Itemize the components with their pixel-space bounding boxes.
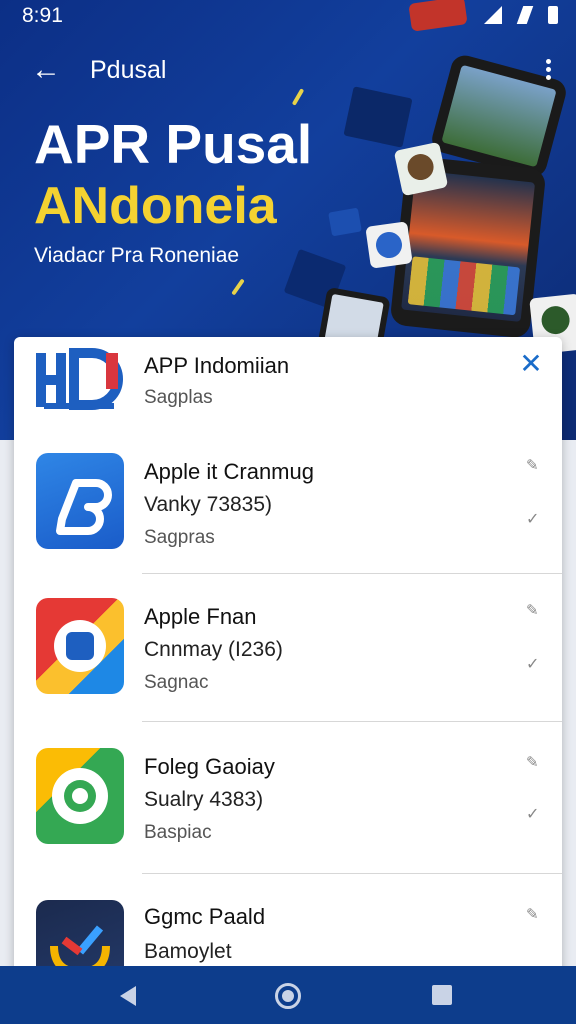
phone-illustration (365, 221, 413, 269)
wifi-icon (516, 6, 534, 24)
list-item[interactable]: Apple it Cranmug Vanky 73835) Sagpras ✎ … (14, 437, 562, 574)
status-time: 8:91 (22, 4, 63, 27)
nav-back-icon[interactable] (120, 986, 136, 1006)
list-item[interactable]: Foleg Gaoiay Sualry 4383) Baspiac ✎ ✓ (14, 722, 562, 874)
check-icon[interactable]: ✓ (526, 807, 540, 823)
close-icon[interactable]: ✕ (516, 349, 546, 379)
decor-square (328, 207, 362, 237)
decor-line (231, 278, 245, 296)
hero-subtitle: ANdoneia (34, 177, 277, 235)
app-name: Apple it Cranmug (144, 459, 314, 484)
pencil-icon[interactable]: ✎ (526, 603, 540, 618)
app-meta: Sagnac (144, 672, 209, 693)
more-vert-icon[interactable] (538, 56, 558, 86)
decor-line (291, 88, 305, 106)
app-meta: Sagplas (144, 387, 213, 408)
status-icons (484, 6, 558, 24)
app-meta: Sagpras (144, 527, 215, 548)
app-bar-title: Pdusal (90, 56, 167, 84)
app-detail: Sualry 4383) (144, 788, 264, 811)
app-detail: Vanky 73835) (144, 493, 273, 516)
status-bar: 8:91 (0, 0, 576, 34)
app-name: Apple Fnan (144, 604, 257, 629)
app-logo-icon (36, 347, 124, 413)
list-item[interactable]: Apple Fnan Cnnmay (I236) Sagnac ✎ ✓ (14, 574, 562, 722)
hero-title: APR Pusal (34, 113, 313, 175)
app-list-card: APP Indomiian Sagplas ✕ Apple it Cranmug… (14, 337, 562, 977)
pencil-icon[interactable]: ✎ (526, 907, 540, 922)
nav-home-icon[interactable] (275, 983, 301, 1009)
app-logo-icon (36, 748, 124, 844)
pencil-icon[interactable]: ✎ (526, 755, 540, 770)
system-nav-bar (0, 966, 576, 1024)
pencil-icon[interactable]: ✎ (526, 458, 540, 473)
app-name: Ggmc Paald (144, 904, 266, 929)
app-detail: Bamoylet (144, 940, 232, 963)
battery-icon (548, 6, 558, 24)
app-logo-icon (36, 598, 124, 694)
list-item[interactable]: Ggmc Paald Bamoylet ✎ (14, 874, 562, 977)
decor-square (343, 86, 413, 148)
app-meta: Baspiac (144, 822, 212, 843)
phone-illustration (393, 141, 449, 197)
app-name: APP Indomiian (144, 353, 290, 378)
app-detail: Cnnmay (I236) (144, 638, 283, 661)
app-name: Foleg Gaoiay (144, 754, 275, 779)
app-logo-icon (36, 453, 124, 549)
check-icon[interactable]: ✓ (526, 512, 540, 528)
check-icon[interactable]: ✓ (526, 657, 540, 673)
arrow-left-icon[interactable]: ← (26, 50, 66, 90)
signal-icon (484, 6, 502, 24)
hero-tagline: Viadacr Pra Ronenіae (34, 244, 240, 267)
nav-recents-icon[interactable] (432, 985, 452, 1005)
list-item[interactable]: APP Indomiian Sagplas ✕ (14, 337, 562, 437)
